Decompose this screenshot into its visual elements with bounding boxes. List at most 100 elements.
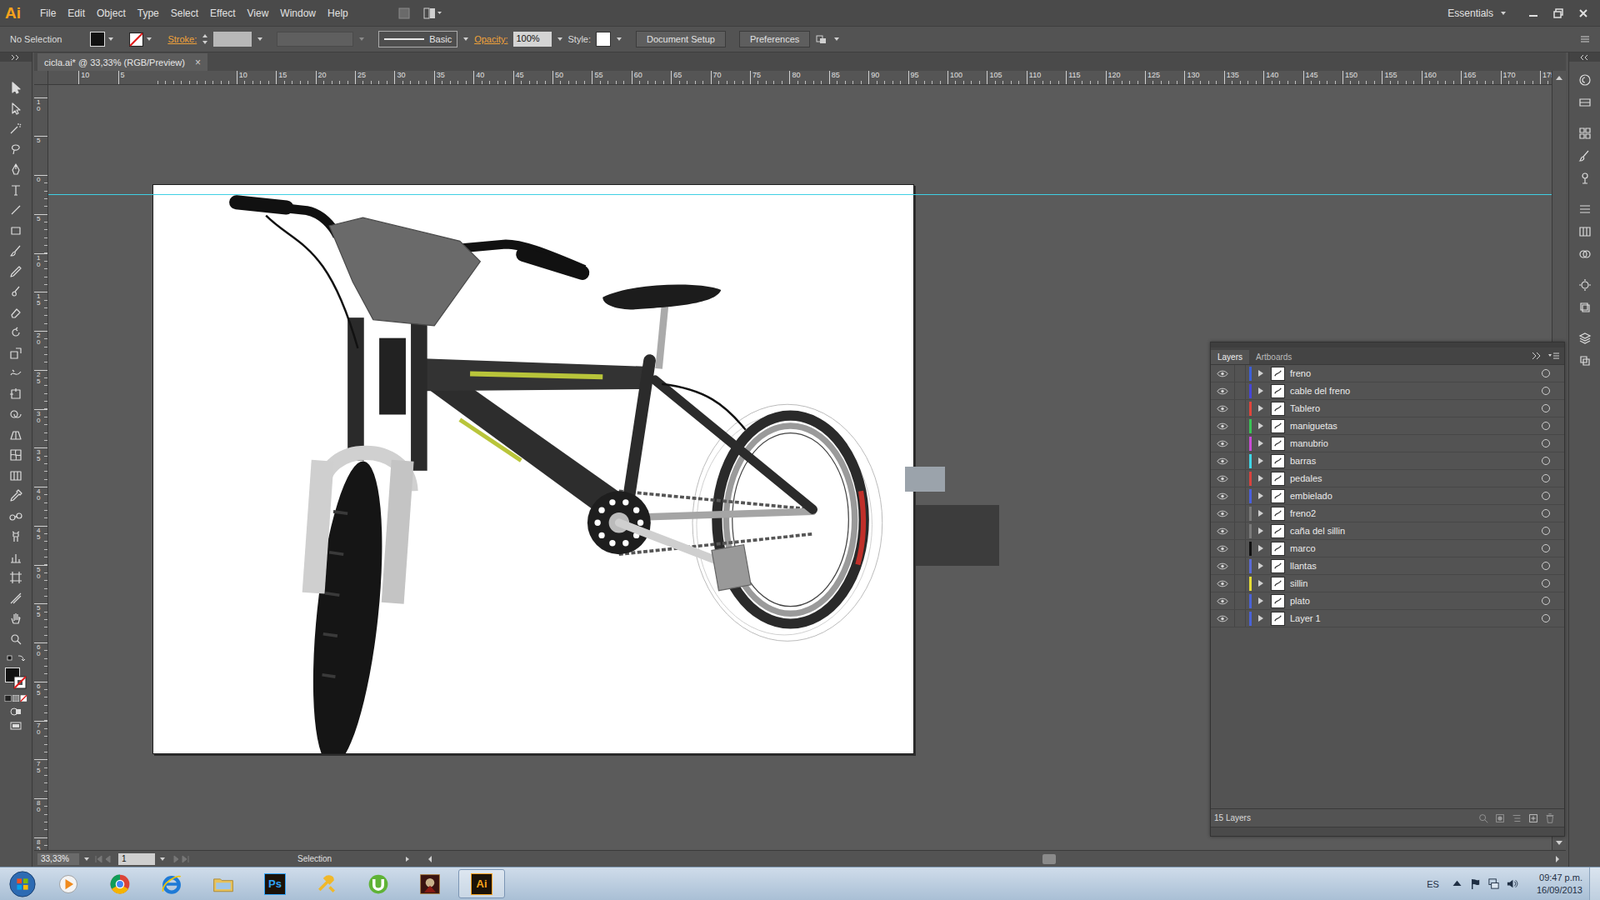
restore-icon[interactable]	[1551, 6, 1565, 20]
opacity-field[interactable]: 100%	[513, 31, 552, 47]
tool-button[interactable]	[6, 446, 25, 464]
layer-row[interactable]: manubrio	[1210, 435, 1565, 453]
dropdown-arrow-icon[interactable]	[462, 35, 470, 43]
visibility-toggle[interactable]	[1210, 487, 1235, 505]
layer-row[interactable]: llantas	[1210, 557, 1565, 575]
lock-toggle[interactable]	[1235, 470, 1246, 487]
tool-button[interactable]	[6, 79, 25, 96]
collapse-panel-icon[interactable]	[1529, 351, 1543, 360]
visibility-toggle[interactable]	[1210, 575, 1235, 592]
menu-item[interactable]: Select	[165, 4, 205, 23]
layer-row[interactable]: maniguetas	[1210, 417, 1565, 435]
lock-toggle[interactable]	[1235, 487, 1246, 505]
tool-button[interactable]	[6, 508, 25, 525]
layer-name[interactable]: sillin	[1285, 578, 1542, 589]
dock-button[interactable]	[1575, 352, 1595, 370]
target-circle[interactable]	[1541, 369, 1550, 378]
tool-button[interactable]	[6, 100, 25, 117]
target-circle[interactable]	[1541, 544, 1550, 553]
scroll-track[interactable]	[436, 854, 1551, 865]
next-last-icon[interactable]	[170, 855, 190, 864]
visibility-toggle[interactable]	[1210, 540, 1235, 557]
dropdown-arrow-icon[interactable]	[83, 855, 90, 863]
artboard-field[interactable]: 1	[118, 853, 155, 865]
expand-triangle[interactable]	[1258, 527, 1264, 535]
panel-menu-icon[interactable]	[1546, 351, 1560, 360]
dock-button[interactable]	[1575, 170, 1595, 187]
menu-item[interactable]: Help	[321, 4, 355, 23]
taskbar-app[interactable]	[355, 869, 402, 899]
tool-button[interactable]	[6, 140, 25, 158]
vertical-ruler[interactable]: 1050510152025303540455055606570758085	[34, 85, 49, 850]
dock-button[interactable]	[1575, 223, 1595, 240]
target-circle[interactable]	[1541, 579, 1550, 588]
visibility-toggle[interactable]	[1210, 417, 1235, 435]
menu-item[interactable]: Object	[90, 4, 132, 23]
expand-panels-icon[interactable]	[1578, 54, 1592, 61]
network-icon[interactable]	[1487, 877, 1500, 890]
layer-row[interactable]: sillin	[1210, 575, 1565, 593]
layer-row[interactable]: embielado	[1210, 487, 1565, 505]
tool-button[interactable]	[6, 610, 25, 627]
variable-width-field[interactable]	[276, 31, 354, 47]
tool-button[interactable]	[6, 263, 25, 280]
horizontal-scrollbar[interactable]	[418, 850, 1566, 867]
taskbar-app[interactable]: Ps	[251, 869, 299, 899]
lock-toggle[interactable]	[1235, 382, 1246, 400]
expand-triangle[interactable]	[1258, 422, 1264, 430]
menu-item[interactable]: File	[34, 4, 62, 23]
color-mode-icon[interactable]	[4, 694, 28, 703]
layer-row[interactable]: caña del sillin	[1210, 522, 1565, 540]
stroke-spinner-icon[interactable]	[201, 32, 209, 46]
dock-button[interactable]	[1575, 125, 1595, 142]
taskbar-app[interactable]	[96, 869, 144, 899]
visibility-toggle[interactable]	[1210, 522, 1235, 540]
scroll-right-icon[interactable]	[1554, 855, 1561, 864]
visibility-toggle[interactable]	[1210, 592, 1235, 610]
target-circle[interactable]	[1541, 421, 1550, 430]
first-previous-icon[interactable]	[94, 855, 115, 864]
target-circle[interactable]	[1541, 596, 1550, 605]
visibility-toggle[interactable]	[1210, 610, 1235, 627]
layer-row[interactable]: barras	[1210, 452, 1565, 470]
tool-button[interactable]	[6, 181, 25, 199]
dock-header[interactable]	[1569, 52, 1600, 62]
dock-button[interactable]	[1575, 147, 1595, 165]
status-tool[interactable]: Selection	[285, 854, 415, 864]
action-center-flag-icon[interactable]	[1469, 877, 1482, 890]
scroll-down-icon[interactable]	[1555, 840, 1564, 847]
screen-mode-icon[interactable]	[9, 720, 23, 731]
tool-button[interactable]	[6, 283, 25, 300]
graphic-style-swatch[interactable]	[595, 31, 611, 47]
tool-button[interactable]	[6, 345, 25, 362]
dock-button[interactable]	[1575, 200, 1595, 218]
dock-button[interactable]	[1575, 94, 1595, 111]
clock[interactable]: 09:47 p.m.16/09/2013	[1536, 871, 1583, 896]
stroke-label[interactable]: Stroke:	[167, 34, 197, 45]
layer-name[interactable]: Layer 1	[1285, 613, 1542, 624]
locate-object-icon[interactable]	[1477, 812, 1490, 825]
dropdown-arrow-icon[interactable]	[145, 35, 153, 43]
brush-definition-field[interactable]: Basic	[378, 30, 458, 48]
layer-row[interactable]: marco	[1210, 540, 1565, 558]
target-circle[interactable]	[1541, 386, 1550, 395]
expand-triangle[interactable]	[1258, 457, 1264, 465]
expand-triangle[interactable]	[1258, 440, 1264, 447]
layer-name[interactable]: llantas	[1285, 560, 1542, 571]
scroll-thumb[interactable]	[1042, 854, 1056, 865]
expand-triangle[interactable]	[1258, 562, 1264, 570]
taskbar-app[interactable]	[303, 869, 350, 899]
artboard[interactable]	[152, 184, 915, 755]
target-circle[interactable]	[1541, 614, 1550, 623]
lock-toggle[interactable]	[1235, 505, 1246, 522]
expand-triangle[interactable]	[1258, 615, 1264, 622]
lock-toggle[interactable]	[1235, 522, 1246, 540]
expand-triangle[interactable]	[1258, 545, 1264, 552]
minimize-icon[interactable]	[1526, 6, 1540, 20]
lock-toggle[interactable]	[1235, 557, 1246, 575]
close-icon[interactable]	[1576, 6, 1590, 20]
lock-toggle[interactable]	[1235, 417, 1246, 435]
tool-button[interactable]	[6, 405, 25, 423]
delete-layer-icon[interactable]	[1544, 812, 1556, 825]
taskbar-app[interactable]	[45, 869, 92, 899]
